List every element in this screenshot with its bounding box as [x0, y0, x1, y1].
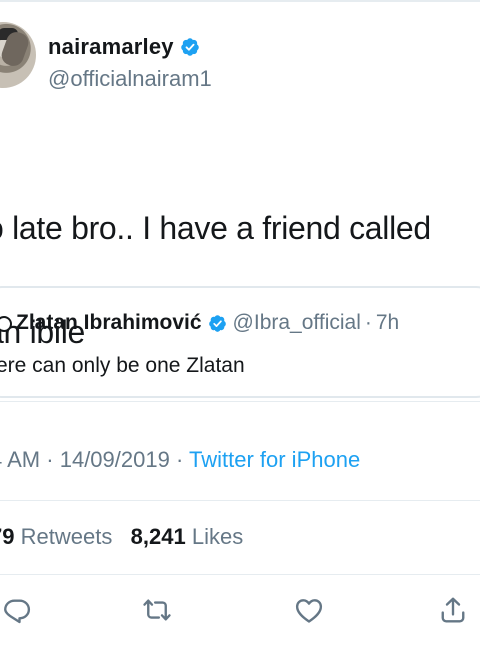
meta-separator-1: ·	[46, 447, 54, 472]
meta-separator-2: ·	[175, 447, 184, 472]
author-name[interactable]: nairamarley	[48, 34, 174, 60]
reply-icon	[4, 599, 31, 624]
reply-button[interactable]	[0, 593, 34, 627]
top-divider	[0, 0, 480, 2]
quoted-separator: ·	[364, 311, 372, 334]
tweet-page: nairamarley @officialnairam1 o late bro.…	[0, 0, 480, 650]
divider-before-stats	[0, 500, 480, 501]
share-button[interactable]	[436, 593, 470, 627]
divider-before-actions	[0, 574, 480, 575]
author-name-row[interactable]: nairamarley	[48, 34, 200, 60]
retweet-button[interactable]	[140, 593, 174, 627]
tweet-text-line-1: o late bro.. I have a friend called	[0, 210, 431, 246]
quoted-tweet-text: ere can only be one Zlatan	[0, 354, 245, 377]
author-handle[interactable]: @officialnairam1	[48, 66, 212, 92]
retweets-label[interactable]: Retweets	[21, 524, 113, 549]
likes-label[interactable]: Likes	[192, 524, 243, 549]
quoted-tweet-header: Zlatan Ibrahimović @Ibra_official · 7h	[16, 311, 399, 335]
tweet-source-link[interactable]: Twitter for iPhone	[189, 447, 360, 472]
like-icon	[295, 599, 323, 623]
retweets-count[interactable]: 79	[0, 524, 14, 549]
tweet-date: 14/09/2019	[59, 447, 170, 472]
tweet-meta: 4 AM · 14/09/2019 · Twitter for iPhone	[0, 447, 360, 473]
verified-badge-icon	[208, 314, 226, 332]
tweet-time: 4 AM	[0, 447, 41, 472]
author-avatar[interactable]	[0, 22, 36, 88]
verified-badge-icon	[180, 38, 199, 56]
quoted-timestamp: 7h	[375, 311, 400, 334]
quoted-author-name: Zlatan Ibrahimović	[16, 311, 202, 334]
quoted-author-handle: @Ibra_official	[232, 311, 361, 334]
divider-before-meta	[0, 401, 480, 402]
share-icon	[441, 597, 465, 623]
likes-count[interactable]: 8,241	[131, 524, 186, 549]
like-button[interactable]	[292, 593, 326, 627]
retweet-icon	[143, 599, 171, 621]
quoted-tweet-card[interactable]	[0, 286, 480, 398]
tweet-stats: 79 Retweets 8,241 Likes	[0, 524, 243, 550]
